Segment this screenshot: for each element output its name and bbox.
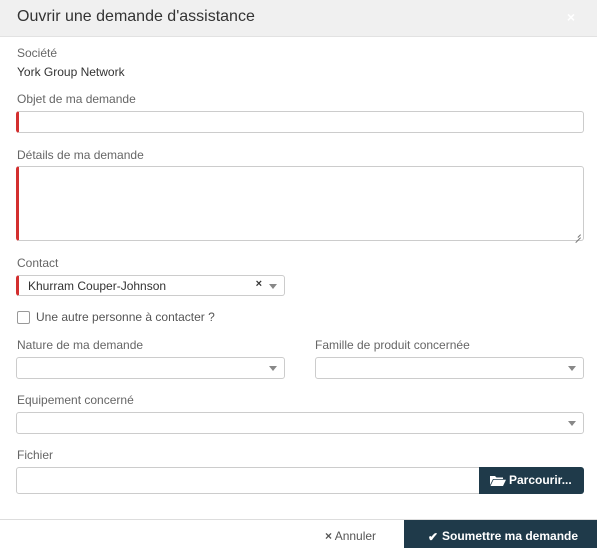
contact-select-value: Khurram Couper-Johnson [28,279,167,293]
family-select[interactable] [315,357,584,379]
browse-button-label: Parcourir... [509,473,572,487]
details-textarea[interactable] [16,166,584,241]
submit-button[interactable]: ✔ Soumettre ma demande [404,520,597,548]
company-label: Société [17,46,58,60]
chevron-down-icon [269,366,277,371]
other-contact-checkbox[interactable] [17,311,30,324]
resize-handle-icon[interactable] [574,231,581,238]
close-icon[interactable]: × [567,9,575,25]
equipment-label: Equipement concerné [17,393,134,407]
dialog-title: Ouvrir une demande d'assistance [17,8,255,25]
dialog-header: Ouvrir une demande d'assistance × [0,0,597,37]
times-icon: × [325,529,333,543]
cancel-button[interactable]: × Annuler [325,529,376,543]
chevron-down-icon [568,366,576,371]
chevron-down-icon [568,421,576,426]
file-label: Fichier [17,448,54,462]
contact-clear-icon[interactable]: × [256,278,262,290]
dialog-footer: × Annuler ✔ Soumettre ma demande [0,519,597,548]
file-input[interactable] [16,467,480,494]
company-value: York Group Network [17,65,125,79]
equipment-select[interactable] [16,412,584,434]
nature-select[interactable] [16,357,285,379]
check-icon: ✔ [428,530,439,544]
chevron-down-icon [269,284,277,289]
submit-button-label: Soumettre ma demande [442,529,579,543]
folder-open-icon [490,476,506,486]
other-contact-label: Une autre personne à contacter ? [36,310,215,324]
subject-input[interactable] [16,111,584,133]
contact-select[interactable]: Khurram Couper-Johnson × [16,275,285,296]
family-label: Famille de produit concernée [315,338,470,352]
subject-label: Objet de ma demande [17,92,136,106]
nature-label: Nature de ma demande [17,338,144,352]
details-label: Détails de ma demande [17,148,144,162]
contact-label: Contact [17,256,59,270]
browse-button[interactable]: Parcourir... [479,467,584,494]
cancel-button-label: Annuler [334,529,377,543]
